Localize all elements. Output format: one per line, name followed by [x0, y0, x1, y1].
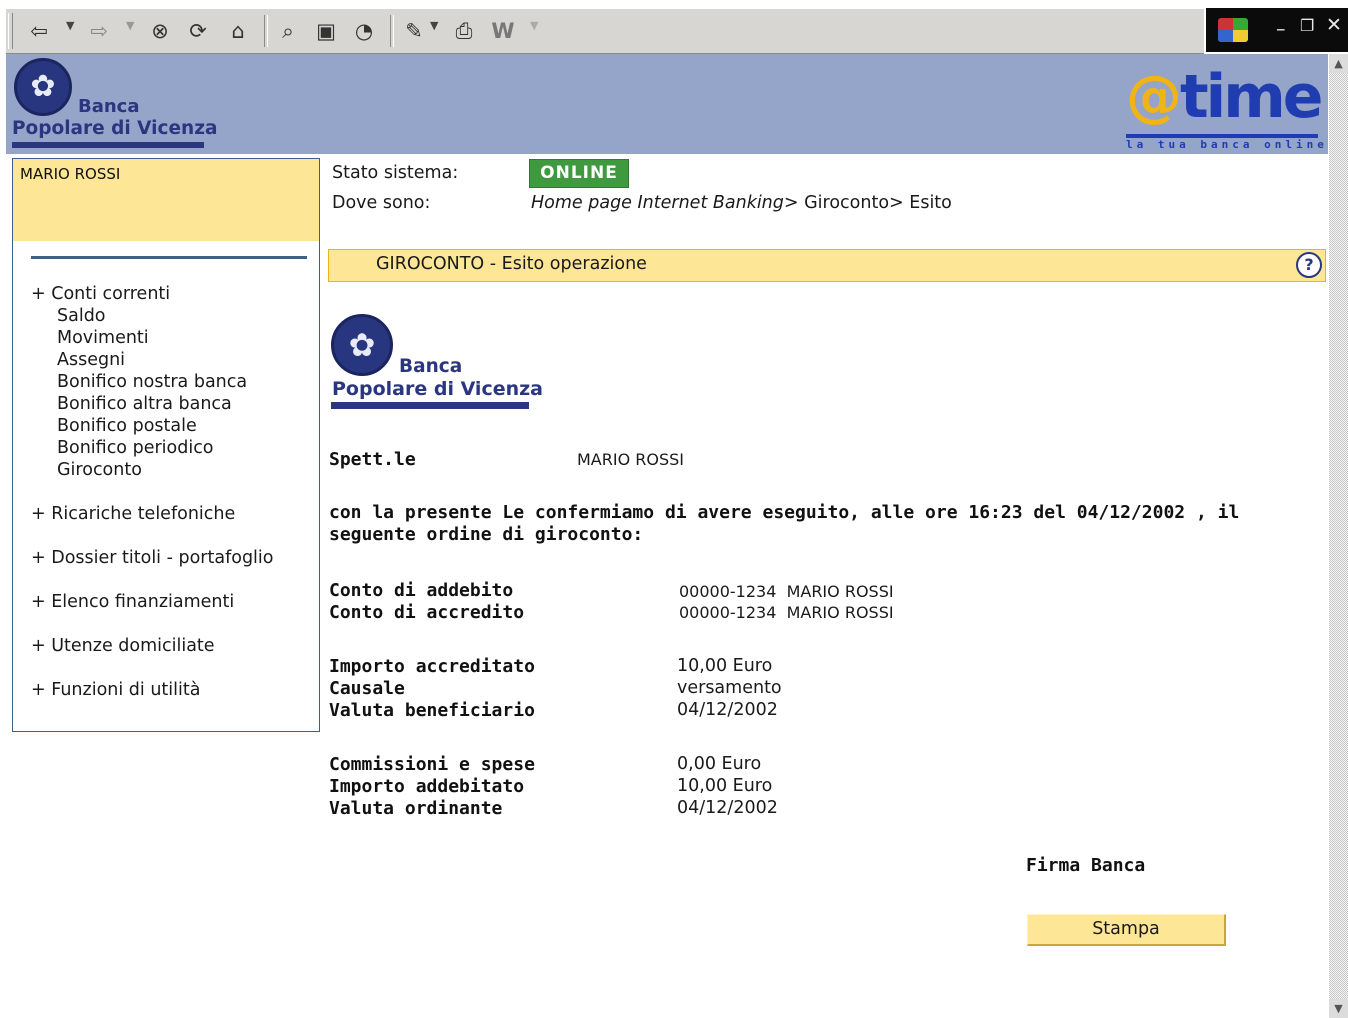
menu-item-giroconto[interactable]: Giroconto	[31, 459, 274, 481]
search-icon[interactable]: ⌕	[274, 17, 302, 45]
bank-logo[interactable]: Banca Popolare di Vicenza	[12, 58, 217, 150]
receipt-logo-underline	[331, 402, 529, 409]
atime-brand-logo[interactable]: @ time la tua banca online	[1126, 62, 1328, 151]
minimize-icon[interactable]: –	[1276, 18, 1286, 40]
refresh-icon[interactable]: ⟳	[184, 17, 212, 45]
brand-at: @	[1126, 64, 1182, 129]
conto-accredito-value: 00000-1234 MARIO ROSSI	[679, 603, 894, 622]
history-icon[interactable]: ◔	[350, 17, 378, 45]
brand-time: time	[1180, 62, 1323, 132]
breadcrumb-giroconto[interactable]: > Giroconto	[784, 193, 889, 213]
favorites-icon[interactable]: ▣	[312, 17, 340, 45]
commissioni-label: Commissioni e spese	[329, 754, 535, 775]
window-controls: – ❐ ✕	[1206, 8, 1348, 52]
section-title-bar: GIROCONTO - Esito operazione ?	[328, 249, 1326, 282]
user-name: MARIO ROSSI	[20, 165, 121, 183]
breadcrumb-esito: > Esito	[889, 193, 952, 213]
bank-emblem-icon	[14, 58, 72, 116]
forward-arrow-icon[interactable]: ⇨	[86, 17, 112, 45]
section-title: GIROCONTO - Esito operazione	[376, 254, 647, 274]
menu-item-bonifico-altra-banca[interactable]: Bonifico altra banca	[31, 393, 274, 415]
sidebar-menu: + Conti correnti Saldo Movimenti Assegni…	[31, 283, 274, 701]
receipt-bank-name: Popolare di Vicenza	[332, 378, 544, 400]
causale-value: versamento	[677, 678, 782, 698]
bank-word: Banca	[78, 96, 140, 117]
home-icon[interactable]: ⌂	[224, 17, 252, 45]
forward-dropdown-icon[interactable]: ▼	[126, 19, 134, 32]
valuta-beneficiario-value: 04/12/2002	[677, 700, 778, 720]
bank-name: Popolare di Vicenza	[12, 118, 218, 139]
back-dropdown-icon[interactable]: ▼	[66, 19, 74, 32]
importo-addebitato-value: 10,00 Euro	[677, 776, 773, 796]
receipt-bank-word: Banca	[399, 356, 463, 377]
sidebar: MARIO ROSSI + Conti correnti Saldo Movim…	[12, 158, 320, 732]
stampa-button[interactable]: Stampa	[1027, 914, 1226, 946]
menu-item-bonifico-periodico[interactable]: Bonifico periodico	[31, 437, 274, 459]
sidebar-divider	[31, 256, 307, 259]
breadcrumb: Home page Internet Banking> Giroconto> E…	[531, 193, 952, 213]
importo-accreditato-label: Importo accreditato	[329, 656, 535, 677]
edit-dropdown-icon[interactable]: ▼	[430, 19, 438, 32]
edit-icon[interactable]: ✎	[400, 17, 428, 45]
receipt-emblem-icon	[331, 314, 393, 376]
breadcrumb-home[interactable]: Home page Internet Banking	[531, 193, 784, 213]
status-badge: ONLINE	[529, 159, 629, 188]
logo-underline	[12, 142, 204, 148]
toolbar-grip[interactable]	[8, 13, 13, 49]
user-box: MARIO ROSSI	[13, 159, 319, 241]
valuta-ordinante-label: Valuta ordinante	[329, 798, 503, 819]
confirmation-message: con la presente Le confermiamo di avere …	[329, 502, 1240, 545]
back-arrow-icon[interactable]: ⇦	[26, 17, 52, 45]
spett-value: MARIO ROSSI	[577, 450, 685, 469]
conto-accredito-label: Conto di accredito	[329, 602, 525, 623]
vertical-scrollbar[interactable]: ▲ ▼	[1329, 54, 1348, 1018]
scroll-up-icon[interactable]: ▲	[1329, 54, 1348, 73]
menu-item-movimenti[interactable]: Movimenti	[31, 327, 274, 349]
help-icon[interactable]: ?	[1296, 252, 1322, 278]
causale-label: Causale	[329, 678, 405, 699]
conto-addebito-value: 00000-1234 MARIO ROSSI	[679, 582, 894, 601]
word-icon[interactable]: W	[488, 17, 518, 45]
valuta-ordinante-value: 04/12/2002	[677, 798, 778, 818]
windows-logo-icon	[1218, 18, 1248, 42]
importo-accreditato-value: 10,00 Euro	[677, 656, 773, 676]
scroll-down-icon[interactable]: ▼	[1329, 999, 1348, 1018]
menu-item-bonifico-postale[interactable]: Bonifico postale	[31, 415, 274, 437]
spett-label: Spett.le	[329, 449, 416, 470]
print-icon[interactable]: ⎙	[450, 17, 478, 45]
menu-group-funzioni-utilita[interactable]: + Funzioni di utilità	[31, 679, 274, 701]
where-label: Dove sono:	[332, 193, 431, 213]
commissioni-value: 0,00 Euro	[677, 754, 762, 774]
valuta-beneficiario-label: Valuta beneficiario	[329, 700, 535, 721]
restore-icon[interactable]: ❐	[1300, 16, 1314, 35]
header-banner: Banca Popolare di Vicenza @ time la tua …	[6, 54, 1328, 154]
importo-addebitato-label: Importo addebitato	[329, 776, 525, 797]
menu-item-saldo[interactable]: Saldo	[31, 305, 274, 327]
browser-toolbar: ⇦ ▼ ⇨ ▼ ⊗ ⟳ ⌂ ⌕ ▣ ◔ ✎ ▼ ⎙ W ▼	[6, 8, 1204, 54]
menu-group-elenco-finanziamenti[interactable]: + Elenco finanziamenti	[31, 591, 274, 613]
menu-group-dossier-titoli[interactable]: + Dossier titoli - portafoglio	[31, 547, 274, 569]
conto-addebito-label: Conto di addebito	[329, 580, 514, 601]
status-label: Stato sistema:	[332, 163, 459, 183]
menu-item-assegni[interactable]: Assegni	[31, 349, 274, 371]
brand-tagline: la tua banca online	[1126, 138, 1328, 151]
close-icon[interactable]: ✕	[1326, 14, 1342, 36]
menu-group-utenze-domiciliate[interactable]: + Utenze domiciliate	[31, 635, 274, 657]
menu-group-ricariche-telefoniche[interactable]: + Ricariche telefoniche	[31, 503, 274, 525]
word-dropdown-icon[interactable]: ▼	[530, 19, 538, 32]
menu-group-conti-correnti[interactable]: + Conti correnti	[31, 283, 274, 305]
receipt-bank-logo: Banca Popolare di Vicenza	[331, 314, 543, 414]
stop-icon[interactable]: ⊗	[146, 17, 174, 45]
firma-banca: Firma Banca	[1026, 855, 1146, 876]
menu-item-bonifico-nostra-banca[interactable]: Bonifico nostra banca	[31, 371, 274, 393]
